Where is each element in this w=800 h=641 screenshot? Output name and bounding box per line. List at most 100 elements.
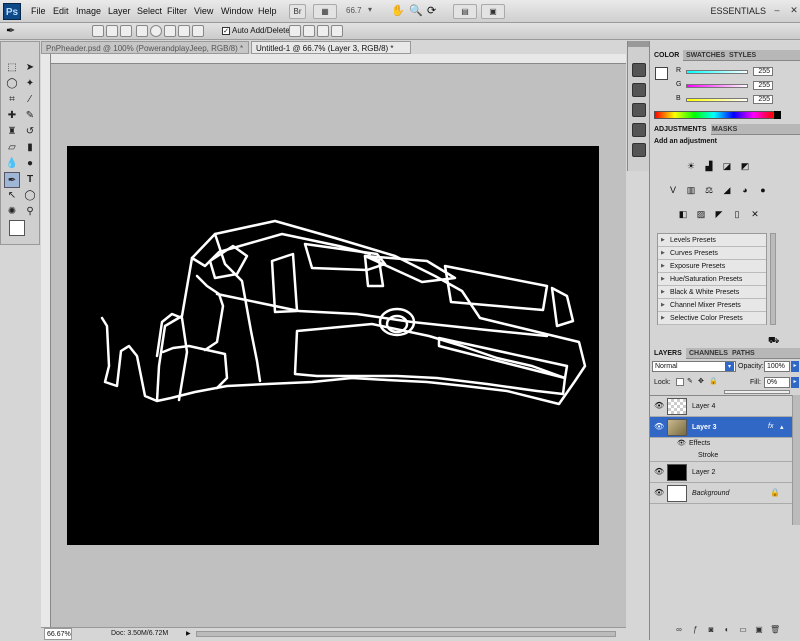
ellipse-tool-icon[interactable]: ◯ — [22, 188, 38, 204]
zoom-tool-box-icon[interactable]: ⚲ — [22, 204, 38, 220]
pen-tool-preset-icon[interactable]: ✒ — [6, 24, 15, 37]
preset-levels[interactable]: Levels Presets — [658, 234, 766, 247]
green-slider[interactable] — [686, 84, 748, 88]
layer-fx-badge[interactable]: fx — [768, 423, 773, 430]
gradient-map-icon[interactable]: ▯ — [730, 207, 744, 221]
clone-stamp-tool-icon[interactable]: ♜ — [4, 124, 20, 140]
pen-tool-icon[interactable]: ✒ — [4, 172, 20, 188]
close-icon[interactable]: ✕ — [789, 4, 799, 16]
line-shape-icon[interactable] — [178, 25, 190, 37]
view-extras-button[interactable]: ▦ — [313, 4, 337, 19]
tab-paths[interactable]: PATHS — [728, 348, 759, 359]
delete-layer-icon[interactable]: 🗑 — [770, 625, 780, 635]
fill-pixels-icon[interactable] — [120, 25, 132, 37]
blend-mode-select[interactable]: Normal ▾ — [652, 361, 736, 372]
arrange-documents-button[interactable]: ▤ — [453, 4, 477, 19]
vibrance-icon[interactable]: V — [666, 183, 680, 197]
status-zoom-field[interactable]: 66.67% — [44, 628, 72, 640]
preset-curves[interactable]: Curves Presets — [658, 247, 766, 260]
minimize-icon[interactable]: – — [772, 4, 782, 16]
blur-tool-icon[interactable]: 💧 — [4, 156, 20, 172]
black-white-icon[interactable]: ◢ — [720, 183, 734, 197]
paths-icon[interactable] — [106, 25, 118, 37]
posterize-icon[interactable]: ▨ — [694, 207, 708, 221]
new-layer-icon[interactable]: ▣ — [754, 625, 764, 635]
fill-arrow-icon[interactable]: ▸ — [791, 377, 799, 388]
zoom-tool-icon[interactable]: 🔍 — [409, 4, 423, 17]
magic-wand-tool-icon[interactable]: ✦ — [22, 76, 38, 92]
dodge-tool-icon[interactable]: ● — [22, 156, 38, 172]
preset-hue-saturation[interactable]: Hue/Saturation Presets — [658, 273, 766, 286]
info-panel-icon[interactable] — [632, 123, 646, 137]
exposure-icon[interactable]: ◩ — [738, 159, 752, 173]
tab-styles[interactable]: STYLES — [725, 50, 760, 61]
path-selection-tool-icon[interactable]: ↖ — [4, 188, 20, 204]
document-canvas[interactable] — [67, 146, 599, 545]
color-foreground-swatch[interactable] — [655, 67, 668, 80]
visibility-eye-icon[interactable]: 👁 — [654, 467, 664, 477]
eraser-tool-icon[interactable]: ▱ — [4, 140, 20, 156]
layer-row-layer-4[interactable]: 👁 Layer 4 — [650, 396, 800, 417]
menu-edit[interactable]: Edit — [53, 0, 69, 23]
crop-tool-icon[interactable]: ⌗ — [4, 92, 20, 108]
new-group-icon[interactable]: ▭ — [738, 625, 748, 635]
photo-filter-icon[interactable]: ◕ — [738, 183, 752, 197]
add-path-area-icon[interactable] — [289, 25, 301, 37]
3d-rotate-tool-icon[interactable]: ✺ — [4, 204, 20, 220]
color-balance-icon[interactable]: ⚖ — [702, 183, 716, 197]
selective-color-icon[interactable]: ✕ — [748, 207, 762, 221]
lock-all-icon[interactable]: 🔒 — [709, 378, 718, 386]
gradient-tool-icon[interactable]: ▮ — [22, 140, 38, 156]
invert-icon[interactable]: ◧ — [676, 207, 690, 221]
blue-value-field[interactable]: 255 — [753, 95, 773, 104]
tab-untitled-1[interactable]: Untitled-1 @ 66.7% (Layer 3, RGB/8) * — [251, 41, 411, 54]
brush-tool-icon[interactable]: ✎ — [22, 108, 38, 124]
preset-channel-mixer[interactable]: Channel Mixer Presets — [658, 299, 766, 312]
tab-pnpheader[interactable]: PnPheader.psd @ 100% (PowerandplayJeep, … — [41, 41, 249, 54]
levels-icon[interactable]: ▟ — [702, 159, 716, 173]
preset-selective-color[interactable]: Selective Color Presets — [658, 312, 766, 325]
layer-effects-row[interactable]: 👁 Effects — [650, 438, 800, 450]
custom-shape-icon[interactable] — [192, 25, 204, 37]
threshold-icon[interactable]: ◤ — [712, 207, 726, 221]
new-adjustment-layer-icon[interactable]: ◐ — [722, 625, 732, 635]
link-layers-icon[interactable]: ∞ — [674, 625, 684, 635]
document-size-info[interactable]: Doc: 3.50M/6.72M — [111, 628, 168, 640]
menu-select[interactable]: Select — [137, 0, 162, 23]
visibility-eye-icon[interactable]: 👁 — [654, 488, 664, 498]
tab-channels[interactable]: CHANNELS — [685, 348, 732, 359]
tab-layers[interactable]: LAYERS — [650, 348, 686, 359]
exclude-path-area-icon[interactable] — [331, 25, 343, 37]
strip-grip[interactable] — [628, 41, 650, 47]
intersect-path-area-icon[interactable] — [317, 25, 329, 37]
opacity-field[interactable]: 100% — [764, 361, 790, 372]
bridge-button[interactable]: Br — [289, 4, 306, 19]
layer-row-layer-3[interactable]: 👁 Layer 3 fx ▴ — [650, 417, 800, 438]
character-panel-icon[interactable] — [632, 143, 646, 157]
add-layer-style-icon[interactable]: ƒ — [690, 625, 700, 635]
visibility-eye-icon[interactable]: 👁 — [654, 422, 664, 432]
subtract-path-area-icon[interactable] — [303, 25, 315, 37]
channel-mixer-icon[interactable]: ● — [756, 183, 770, 197]
preset-exposure[interactable]: Exposure Presets — [658, 260, 766, 273]
visibility-eye-icon[interactable]: 👁 — [654, 401, 664, 411]
polygon-shape-icon[interactable] — [164, 25, 176, 37]
layers-scrollbar[interactable] — [792, 395, 800, 525]
layer-row-background[interactable]: 👁 Background 🔒 — [650, 483, 800, 504]
eyedropper-tool-icon[interactable]: ⁄ — [22, 92, 38, 108]
zoom-dropdown-icon[interactable]: ▾ — [368, 5, 372, 14]
horizontal-scrollbar[interactable] — [196, 631, 616, 637]
foreground-color-swatch[interactable] — [9, 220, 25, 236]
menu-file[interactable]: File — [31, 0, 46, 23]
color-spectrum-ramp[interactable] — [654, 111, 774, 119]
lock-transparent-icon[interactable] — [676, 378, 684, 386]
tab-swatches[interactable]: SWATCHES — [682, 50, 729, 61]
healing-brush-tool-icon[interactable]: ✚ — [4, 108, 20, 124]
brightness-contrast-icon[interactable]: ☀ — [684, 159, 698, 173]
opacity-arrow-icon[interactable]: ▸ — [791, 361, 799, 372]
shape-layers-icon[interactable] — [92, 25, 104, 37]
type-tool-icon[interactable]: T — [22, 172, 38, 188]
screen-mode-button[interactable]: ▣ — [481, 4, 505, 19]
add-mask-icon[interactable]: ◙ — [706, 625, 716, 635]
menu-layer[interactable]: Layer — [108, 0, 131, 23]
